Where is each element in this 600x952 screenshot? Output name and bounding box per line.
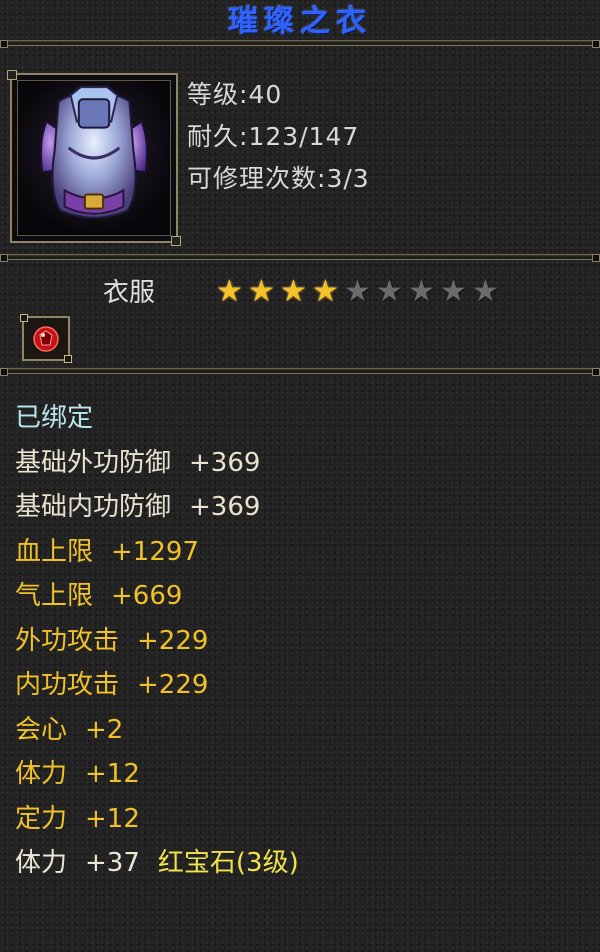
repair-row: 可修理次数:3/3 (187, 159, 370, 195)
item-name: 璀璨之衣 (228, 4, 372, 39)
divider (0, 254, 600, 262)
durability-value: 123/147 (248, 122, 360, 151)
star-filled-icon: ★ (312, 274, 339, 309)
durability-label: 耐久: (187, 122, 249, 151)
item-type: 衣服 (103, 278, 156, 308)
property-name: 体力 (15, 848, 68, 878)
property-row: 基础外功防御 +369 (15, 441, 585, 486)
property-value: +369 (189, 492, 261, 522)
level-label: 等级: (187, 80, 249, 109)
star-filled-icon: ★ (248, 274, 275, 309)
property-value: +12 (85, 759, 140, 789)
property-value: +2 (85, 714, 124, 745)
repair-value: 3/3 (326, 164, 370, 193)
item-portrait (7, 70, 181, 246)
star-empty-icon: ★ (344, 274, 371, 309)
property-name: 已绑定 (15, 403, 94, 433)
star-empty-icon: ★ (376, 274, 403, 309)
star-empty-icon: ★ (440, 274, 467, 309)
property-value: +12 (85, 803, 140, 834)
property-name: 内功攻击 (15, 670, 120, 700)
gem-slot[interactable] (20, 314, 72, 363)
property-row: 已绑定 (15, 396, 585, 441)
property-name: 体力 (15, 759, 68, 789)
property-row: 内功攻击 +229 (15, 663, 585, 708)
property-name: 基础外功防御 (15, 447, 172, 478)
item-tooltip: 璀璨之衣 等级:40 耐久:123/147 可修理次数:3/3 衣服 ★ ★ ★… (0, 0, 600, 952)
property-row: 气上限 +669 (15, 574, 585, 619)
property-value: +229 (137, 625, 209, 656)
repair-label: 可修理次数: (187, 164, 327, 193)
property-name: 气上限 (15, 581, 94, 611)
gem-description: 红宝石(3级) (157, 848, 299, 878)
property-row: 定力 +12 (15, 797, 585, 842)
durability-row: 耐久:123/147 (187, 117, 359, 153)
property-row: 外功攻击 +229 (15, 619, 585, 664)
property-row: 血上限 +1297 (15, 530, 585, 575)
star-filled-icon: ★ (280, 274, 307, 309)
property-name: 定力 (15, 803, 68, 834)
property-name: 外功攻击 (15, 625, 120, 656)
property-value: +37 (85, 848, 140, 878)
star-filled-icon: ★ (216, 274, 243, 309)
level-row: 等级:40 (187, 75, 282, 111)
red-gem-icon (33, 326, 59, 352)
armor-portrait-icon (17, 80, 171, 236)
property-row: 体力 +37 红宝石(3级) (15, 841, 585, 886)
armor-image (39, 86, 149, 219)
property-name: 血上限 (15, 536, 94, 567)
star-empty-icon: ★ (472, 274, 499, 309)
property-value: +669 (111, 581, 183, 611)
property-list: 已绑定基础外功防御 +369 基础内功防御 +369 血上限 +1297 气上限 +669 外功… (15, 396, 585, 886)
property-row: 会心 +2 (15, 708, 585, 753)
property-row: 体力 +12 (15, 752, 585, 797)
property-name: 基础内功防御 (15, 492, 172, 522)
property-value: +229 (137, 670, 209, 700)
property-value: +369 (189, 447, 261, 478)
property-value: +1297 (111, 536, 199, 567)
divider (0, 368, 600, 376)
star-empty-icon: ★ (408, 274, 435, 309)
enhance-stars: ★ ★ ★ ★ ★ ★ ★ ★ ★ (214, 276, 501, 308)
divider (0, 40, 600, 48)
property-row: 基础内功防御 +369 (15, 485, 585, 530)
level-value: 40 (248, 80, 283, 109)
property-name: 会心 (15, 714, 68, 745)
